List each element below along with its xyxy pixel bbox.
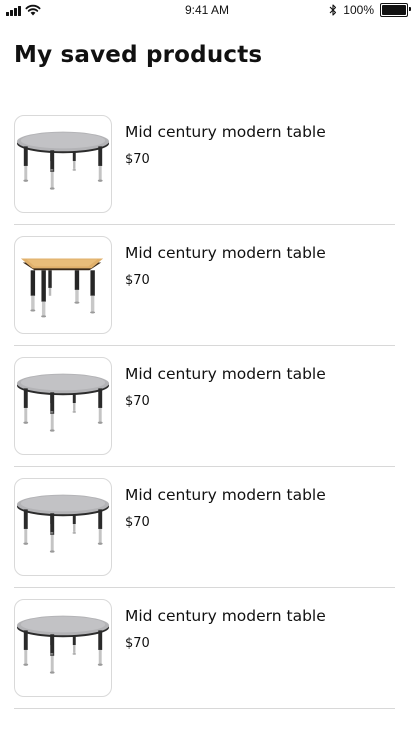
- saved-product-item[interactable]: Mid century modern table $70: [14, 346, 395, 467]
- battery-percent: 100%: [343, 3, 374, 17]
- product-image[interactable]: [14, 357, 112, 455]
- status-bar: 9:41 AM 100%: [0, 0, 414, 22]
- product-image[interactable]: [14, 599, 112, 697]
- product-price: $70: [125, 273, 150, 288]
- product-name[interactable]: Mid century modern table: [125, 365, 326, 383]
- bluetooth-icon: [329, 4, 337, 16]
- round-table-grey-image: [16, 373, 110, 432]
- product-image[interactable]: [14, 236, 112, 334]
- product-name[interactable]: Mid century modern table: [125, 486, 326, 504]
- round-table-grey-image: [16, 615, 110, 674]
- product-name[interactable]: Mid century modern table: [125, 123, 326, 141]
- trapezoid-table-wood-image: [20, 258, 104, 318]
- round-table-grey-image: [16, 494, 110, 553]
- page-title: My saved products: [14, 42, 263, 68]
- product-price: $70: [125, 515, 150, 530]
- product-price: $70: [125, 636, 150, 651]
- product-price: $70: [125, 394, 150, 409]
- product-image[interactable]: [14, 478, 112, 576]
- saved-product-item[interactable]: Mid century modern table $70: [14, 225, 395, 346]
- battery-icon: [380, 3, 411, 17]
- product-image[interactable]: [14, 115, 112, 213]
- saved-product-item[interactable]: Mid century modern table $70: [14, 104, 395, 225]
- product-name[interactable]: Mid century modern table: [125, 607, 326, 625]
- status-right: 100%: [329, 3, 411, 17]
- round-table-grey-image: [16, 131, 110, 190]
- product-name[interactable]: Mid century modern table: [125, 244, 326, 262]
- battery-fill: [382, 5, 406, 15]
- saved-product-item[interactable]: Mid century modern table $70: [14, 467, 395, 588]
- saved-product-item[interactable]: Mid century modern table $70: [14, 588, 395, 709]
- product-price: $70: [125, 152, 150, 167]
- saved-products-list: Mid century modern table $70 Mid century …: [14, 104, 395, 709]
